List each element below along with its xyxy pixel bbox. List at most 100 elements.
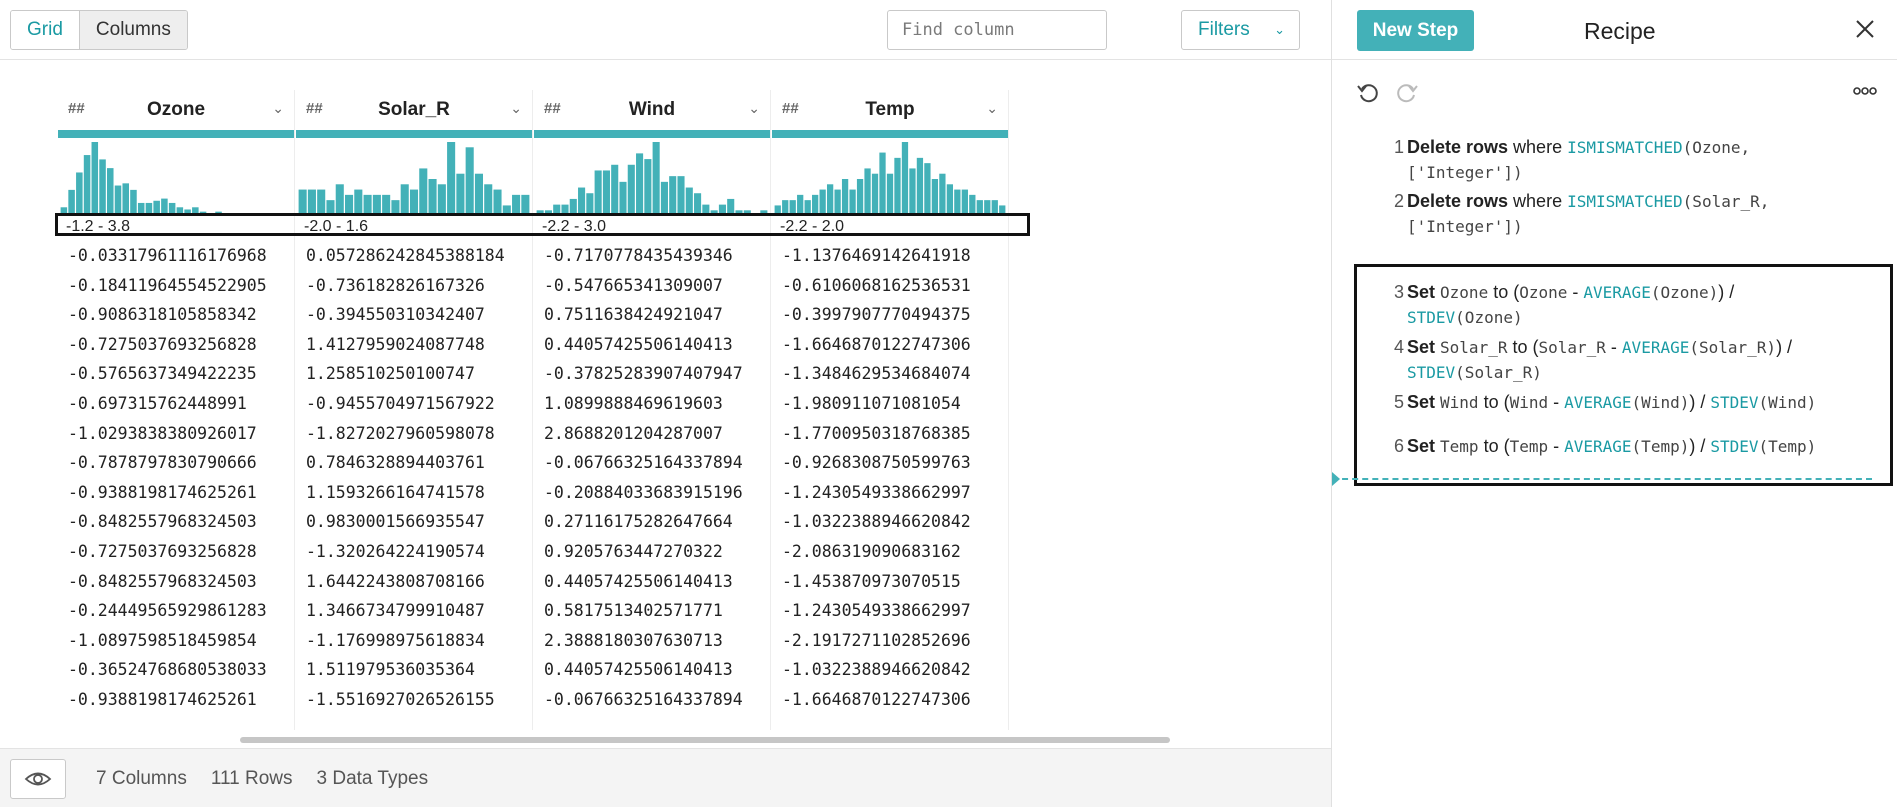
table-cell[interactable]: 1.1593266164741578 <box>296 478 532 508</box>
column-header[interactable]: ## Wind ⌄ <box>534 90 770 128</box>
table-cell[interactable]: 0.7846328894403761 <box>296 448 532 478</box>
histogram-bar[interactable] <box>841 179 849 216</box>
table-cell[interactable]: -0.7170778435439346 <box>534 241 770 271</box>
table-cell[interactable]: -1.7700950318768385 <box>772 419 1008 449</box>
table-cell[interactable]: -1.5516927026526155 <box>296 685 532 715</box>
table-cell[interactable]: 2.3888180307630713 <box>534 626 770 656</box>
table-cell[interactable]: -0.06766325164337894 <box>534 448 770 478</box>
table-cell[interactable]: -0.9086318105858342 <box>58 300 294 330</box>
table-cell[interactable]: -0.8482557968324503 <box>58 567 294 597</box>
histogram-bar[interactable] <box>939 173 946 216</box>
table-cell[interactable]: -0.9268308750599763 <box>772 448 1008 478</box>
table-cell[interactable]: -1.980911071081054 <box>772 389 1008 419</box>
column-histogram[interactable] <box>774 140 1006 220</box>
histogram-bar[interactable] <box>437 184 446 216</box>
histogram-bar[interactable] <box>931 179 939 216</box>
histogram-bar[interactable] <box>644 159 652 216</box>
table-cell[interactable]: -0.37825283907407947 <box>534 359 770 389</box>
histogram-bar[interactable] <box>864 168 871 216</box>
histogram-bar[interactable] <box>456 173 465 216</box>
table-cell[interactable]: 1.258510250100747 <box>296 359 532 389</box>
table-cell[interactable]: 0.44057425506140413 <box>534 567 770 597</box>
histogram-bar[interactable] <box>465 147 474 216</box>
histogram-bar[interactable] <box>602 170 610 216</box>
histogram-bar[interactable] <box>685 187 693 216</box>
table-cell[interactable]: -0.03317961116176968 <box>58 241 294 271</box>
table-cell[interactable]: 0.7511638424921047 <box>534 300 770 330</box>
column-header[interactable]: ## Solar_R ⌄ <box>296 90 532 128</box>
histogram-bar[interactable] <box>660 181 668 216</box>
table-cell[interactable]: 1.0899888469619603 <box>534 389 770 419</box>
columns-view-button[interactable]: Columns <box>78 11 187 49</box>
table-cell[interactable]: -0.9388198174625261 <box>58 478 294 508</box>
histogram-bar[interactable] <box>924 163 931 216</box>
histogram-bar[interactable] <box>447 142 456 216</box>
histogram-bar[interactable] <box>669 176 677 216</box>
table-cell[interactable]: -2.1917271102852696 <box>772 626 1008 656</box>
table-cell[interactable]: -1.1376469142641918 <box>772 241 1008 271</box>
close-icon[interactable] <box>1852 16 1878 42</box>
histogram-bar[interactable] <box>901 142 909 216</box>
histogram-bar[interactable] <box>107 168 114 216</box>
table-cell[interactable]: -0.24449565929861283 <box>58 596 294 626</box>
find-column-input[interactable] <box>887 10 1107 50</box>
histogram-bar[interactable] <box>826 184 834 216</box>
histogram-bar[interactable] <box>335 184 344 216</box>
table-cell[interactable]: 0.44057425506140413 <box>534 655 770 685</box>
grid-view-button[interactable]: Grid <box>11 11 79 49</box>
histogram-bar[interactable] <box>627 164 635 216</box>
histogram-bar[interactable] <box>909 168 916 216</box>
table-cell[interactable]: 0.44057425506140413 <box>534 330 770 360</box>
table-cell[interactable]: -2.086319090683162 <box>772 537 1008 567</box>
data-quality-bar[interactable] <box>296 130 532 138</box>
histogram-bar[interactable] <box>484 184 493 216</box>
table-cell[interactable]: -1.2430549338662997 <box>772 478 1008 508</box>
table-cell[interactable]: -1.3484629534684074 <box>772 359 1008 389</box>
histogram-bar[interactable] <box>83 155 91 216</box>
histogram-bar[interactable] <box>856 179 864 216</box>
column-header[interactable]: ## Temp ⌄ <box>772 90 1008 128</box>
table-cell[interactable]: 0.5817513402571771 <box>534 596 770 626</box>
data-quality-bar[interactable] <box>58 130 294 138</box>
chevron-down-icon[interactable]: ⌄ <box>272 100 284 117</box>
table-cell[interactable]: -1.0293838380926017 <box>58 419 294 449</box>
table-cell[interactable]: -0.3997907770494375 <box>772 300 1008 330</box>
table-cell[interactable]: -1.0322388946620842 <box>772 655 1008 685</box>
table-cell[interactable]: 2.8688201204287007 <box>534 419 770 449</box>
table-cell[interactable]: -0.06766325164337894 <box>534 685 770 715</box>
table-cell[interactable]: -1.2430549338662997 <box>772 596 1008 626</box>
table-cell[interactable]: -0.547665341309007 <box>534 271 770 301</box>
histogram-bar[interactable] <box>611 164 619 216</box>
table-cell[interactable]: -0.20884033683915196 <box>534 478 770 508</box>
table-cell[interactable]: -0.697315762448991 <box>58 389 294 419</box>
table-cell[interactable]: -0.9388198174625261 <box>58 685 294 715</box>
table-cell[interactable]: -0.9455704971567922 <box>296 389 532 419</box>
histogram-bar[interactable] <box>916 157 924 216</box>
histogram-bar[interactable] <box>886 173 894 216</box>
table-cell[interactable]: 1.6442243808708166 <box>296 567 532 597</box>
table-cell[interactable]: -0.36524768680538033 <box>58 655 294 685</box>
table-cell[interactable]: 1.4127959024087748 <box>296 330 532 360</box>
column-histogram[interactable] <box>536 140 768 220</box>
table-cell[interactable]: -0.5765637349422235 <box>58 359 294 389</box>
table-cell[interactable]: 1.3466734799910487 <box>296 596 532 626</box>
histogram-bar[interactable] <box>871 173 879 216</box>
table-cell[interactable]: -0.7878797830790666 <box>58 448 294 478</box>
histogram-bar[interactable] <box>76 172 83 216</box>
more-options-icon[interactable] <box>1852 83 1878 99</box>
histogram-bar[interactable] <box>636 153 644 216</box>
histogram-bar[interactable] <box>114 185 122 216</box>
table-cell[interactable]: 0.057286242845388184 <box>296 241 532 271</box>
histogram-bar[interactable] <box>474 173 483 216</box>
table-cell[interactable]: -1.0897598518459854 <box>58 626 294 656</box>
histogram-bar[interactable] <box>879 152 886 216</box>
chevron-down-icon[interactable]: ⌄ <box>510 100 522 117</box>
column-histogram[interactable] <box>60 140 292 220</box>
histogram-bar[interactable] <box>91 142 99 216</box>
chevron-down-icon[interactable]: ⌄ <box>986 100 998 117</box>
table-cell[interactable]: -1.176998975618834 <box>296 626 532 656</box>
horizontal-scrollbar[interactable] <box>240 737 1170 743</box>
table-cell[interactable]: 0.9830001566935547 <box>296 507 532 537</box>
table-cell[interactable]: -1.8272027960598078 <box>296 419 532 449</box>
table-cell[interactable]: -1.0322388946620842 <box>772 507 1008 537</box>
